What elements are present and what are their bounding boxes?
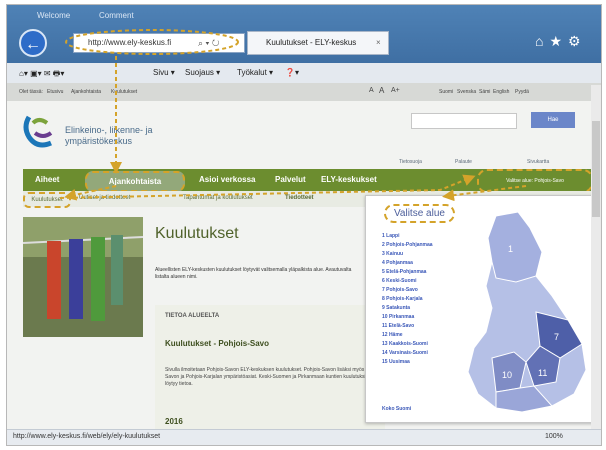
map-label: 7 (554, 332, 559, 342)
refresh-icon[interactable]: ⌕ ▾ ↻ (198, 34, 219, 52)
language-link[interactable]: Pyydä (515, 89, 529, 95)
nav-item-ely-keskukset[interactable]: ELY-keskukset (321, 175, 377, 184)
utility-link[interactable]: Sivukartta (527, 159, 549, 165)
close-tab-icon[interactable]: × (376, 32, 381, 54)
breadcrumb-link[interactable]: Ajankohtaista (71, 89, 101, 95)
top-tab[interactable]: Comment (99, 11, 134, 20)
breadcrumb-link[interactable]: Etusivu (47, 89, 63, 95)
language-link[interactable]: Suomi (439, 89, 453, 95)
home-star-gear-icons[interactable]: ⌂★⚙ (535, 33, 587, 50)
command-bar: ⌂▾ ▣▾ ✉ 🖶▾ Sivu ▾ Suojaus ▾ Työkalut ▾ ❓… (7, 63, 601, 84)
region-link[interactable]: 5 Etelä-Pohjanmaa (382, 268, 433, 277)
subnav-item[interactable]: Uutiset ja tiedotteet (79, 195, 130, 201)
ely-logo[interactable] (21, 113, 57, 153)
safety-menu[interactable]: Suojaus ▾ (185, 68, 220, 77)
clothespins-photo (23, 217, 143, 337)
region-dropdown: Valitse alue 1 Lappi 2 Pohjois-Pohjanmaa… (365, 195, 597, 423)
logo-text-line2: ympäristökeskus (65, 136, 133, 146)
language-link[interactable]: Sámi (479, 89, 490, 95)
region-link[interactable]: 11 Etelä-Savo (382, 322, 433, 331)
all-regions-link[interactable]: Koko Suomi (382, 406, 411, 412)
language-link[interactable]: English (493, 89, 509, 95)
utility-link[interactable]: Palaute (455, 159, 472, 165)
help-icon[interactable]: ❓▾ (285, 68, 299, 77)
lead-text: Alueellisten ELY-keskusten kuulutukset l… (155, 267, 352, 280)
region-link[interactable]: 7 Pohjois-Savo (382, 286, 433, 295)
logo-text: Elinkeino-, liikenne- ja ympäristökeskus (65, 125, 153, 147)
nav-item-aiheet[interactable]: Aiheet (35, 175, 59, 184)
map-label: 11 (538, 368, 547, 378)
panel-body: Sivulla ilmoitetaan Pohjois-Savon ELY-ke… (165, 367, 379, 387)
region-link[interactable]: 15 Uusimaa (382, 358, 433, 367)
tab-title: Kuulutukset - ELY-keskus (266, 38, 357, 47)
finland-region-map[interactable]: 1 7 10 11 (456, 212, 590, 418)
region-link[interactable]: 2 Pohjois-Pohjanmaa (382, 241, 433, 250)
browser-titlebar: Welcome Comment ← http://www.ely-keskus.… (7, 5, 601, 63)
region-list: 1 Lappi 2 Pohjois-Pohjanmaa 3 Kainuu 4 P… (382, 232, 433, 367)
scrollbar-thumb[interactable] (592, 121, 600, 217)
region-link[interactable]: 3 Kainuu (382, 250, 433, 259)
status-bar: http://www.ely-keskus.fi/web/ely/ely-kuu… (7, 429, 601, 445)
subnav-item[interactable]: Tapahtumat ja koulutukset (183, 195, 253, 201)
status-url: http://www.ely-keskus.fi/web/ely/ely-kuu… (13, 433, 161, 440)
site-search-input[interactable] (411, 113, 517, 129)
panel-heading: TIETOA ALUEELTA (165, 313, 220, 319)
select-region-button[interactable]: Valitse alue: Pohjois-Savo (477, 169, 593, 193)
region-info-panel: TIETOA ALUEELTA Kuulutukset - Pohjois-Sa… (155, 305, 385, 445)
language-link[interactable]: Svenska (457, 89, 476, 95)
subnav-item[interactable]: Tiedotteet (285, 195, 314, 201)
region-link[interactable]: 6 Keski-Suomi (382, 277, 433, 286)
region-link[interactable]: 13 Kaakkois-Suomi (382, 340, 433, 349)
text-size-small[interactable]: A (369, 87, 374, 94)
map-label: 10 (502, 370, 512, 380)
region-link[interactable]: 8 Pohjois-Karjala (382, 295, 433, 304)
address-url: http://www.ely-keskus.fi (88, 38, 172, 47)
nav-item-ajankohtaista[interactable]: Ajankohtaista (85, 171, 185, 192)
tools-menu[interactable]: Työkalut ▾ (237, 68, 273, 77)
dropdown-title: Valitse alue (384, 204, 455, 223)
region-link[interactable]: 1 Lappi (382, 232, 433, 241)
subnav-item-kuulutukset[interactable]: Kuulutukset (23, 192, 71, 208)
region-link[interactable]: 14 Varsinais-Suomi (382, 349, 433, 358)
region-link[interactable]: 10 Pirkanmaa (382, 313, 433, 322)
region-link[interactable]: 9 Satakunta (382, 304, 433, 313)
breadcrumb-label: Olet tässä: (19, 89, 43, 95)
search-button[interactable]: Hae (531, 112, 575, 128)
browser-tab[interactable]: Kuulutukset - ELY-keskus × (247, 31, 389, 55)
region-link[interactable]: 4 Pohjanmaa (382, 259, 433, 268)
top-tab[interactable]: Welcome (37, 11, 70, 20)
home-icon[interactable]: ⌂▾ ▣▾ ✉ 🖶▾ (19, 68, 64, 82)
nav-item-palvelut[interactable]: Palvelut (275, 175, 306, 184)
region-link[interactable]: 12 Häme (382, 331, 433, 340)
back-button[interactable]: ← (19, 29, 47, 57)
zoom-level[interactable]: 100% (545, 433, 563, 440)
arrow-left-icon: ← (25, 36, 41, 53)
address-bar[interactable]: http://www.ely-keskus.fi ⌕ ▾ ↻ (73, 33, 245, 53)
breadcrumb-link[interactable]: Kuulutukset (111, 89, 137, 95)
site-topbar: Olet tässä: Etusivu Ajankohtaista Kuulut… (7, 83, 601, 101)
text-size-large[interactable]: A+ (391, 87, 400, 94)
map-label: 1 (508, 244, 513, 254)
text-size-medium[interactable]: A (379, 86, 384, 95)
page-menu[interactable]: Sivu ▾ (153, 68, 175, 77)
panel-title: Kuulutukset - Pohjois-Savo (165, 339, 270, 348)
year-heading: 2016 (165, 417, 183, 426)
nav-item-asioi-verkossa[interactable]: Asioi verkossa (199, 175, 255, 184)
vertical-scrollbar[interactable] (591, 85, 601, 429)
browser-window: Welcome Comment ← http://www.ely-keskus.… (6, 4, 602, 446)
page-title: Kuulutukset (155, 225, 239, 242)
utility-link[interactable]: Tietosuoja (399, 159, 422, 165)
logo-text-line1: Elinkeino-, liikenne- ja (65, 125, 153, 135)
